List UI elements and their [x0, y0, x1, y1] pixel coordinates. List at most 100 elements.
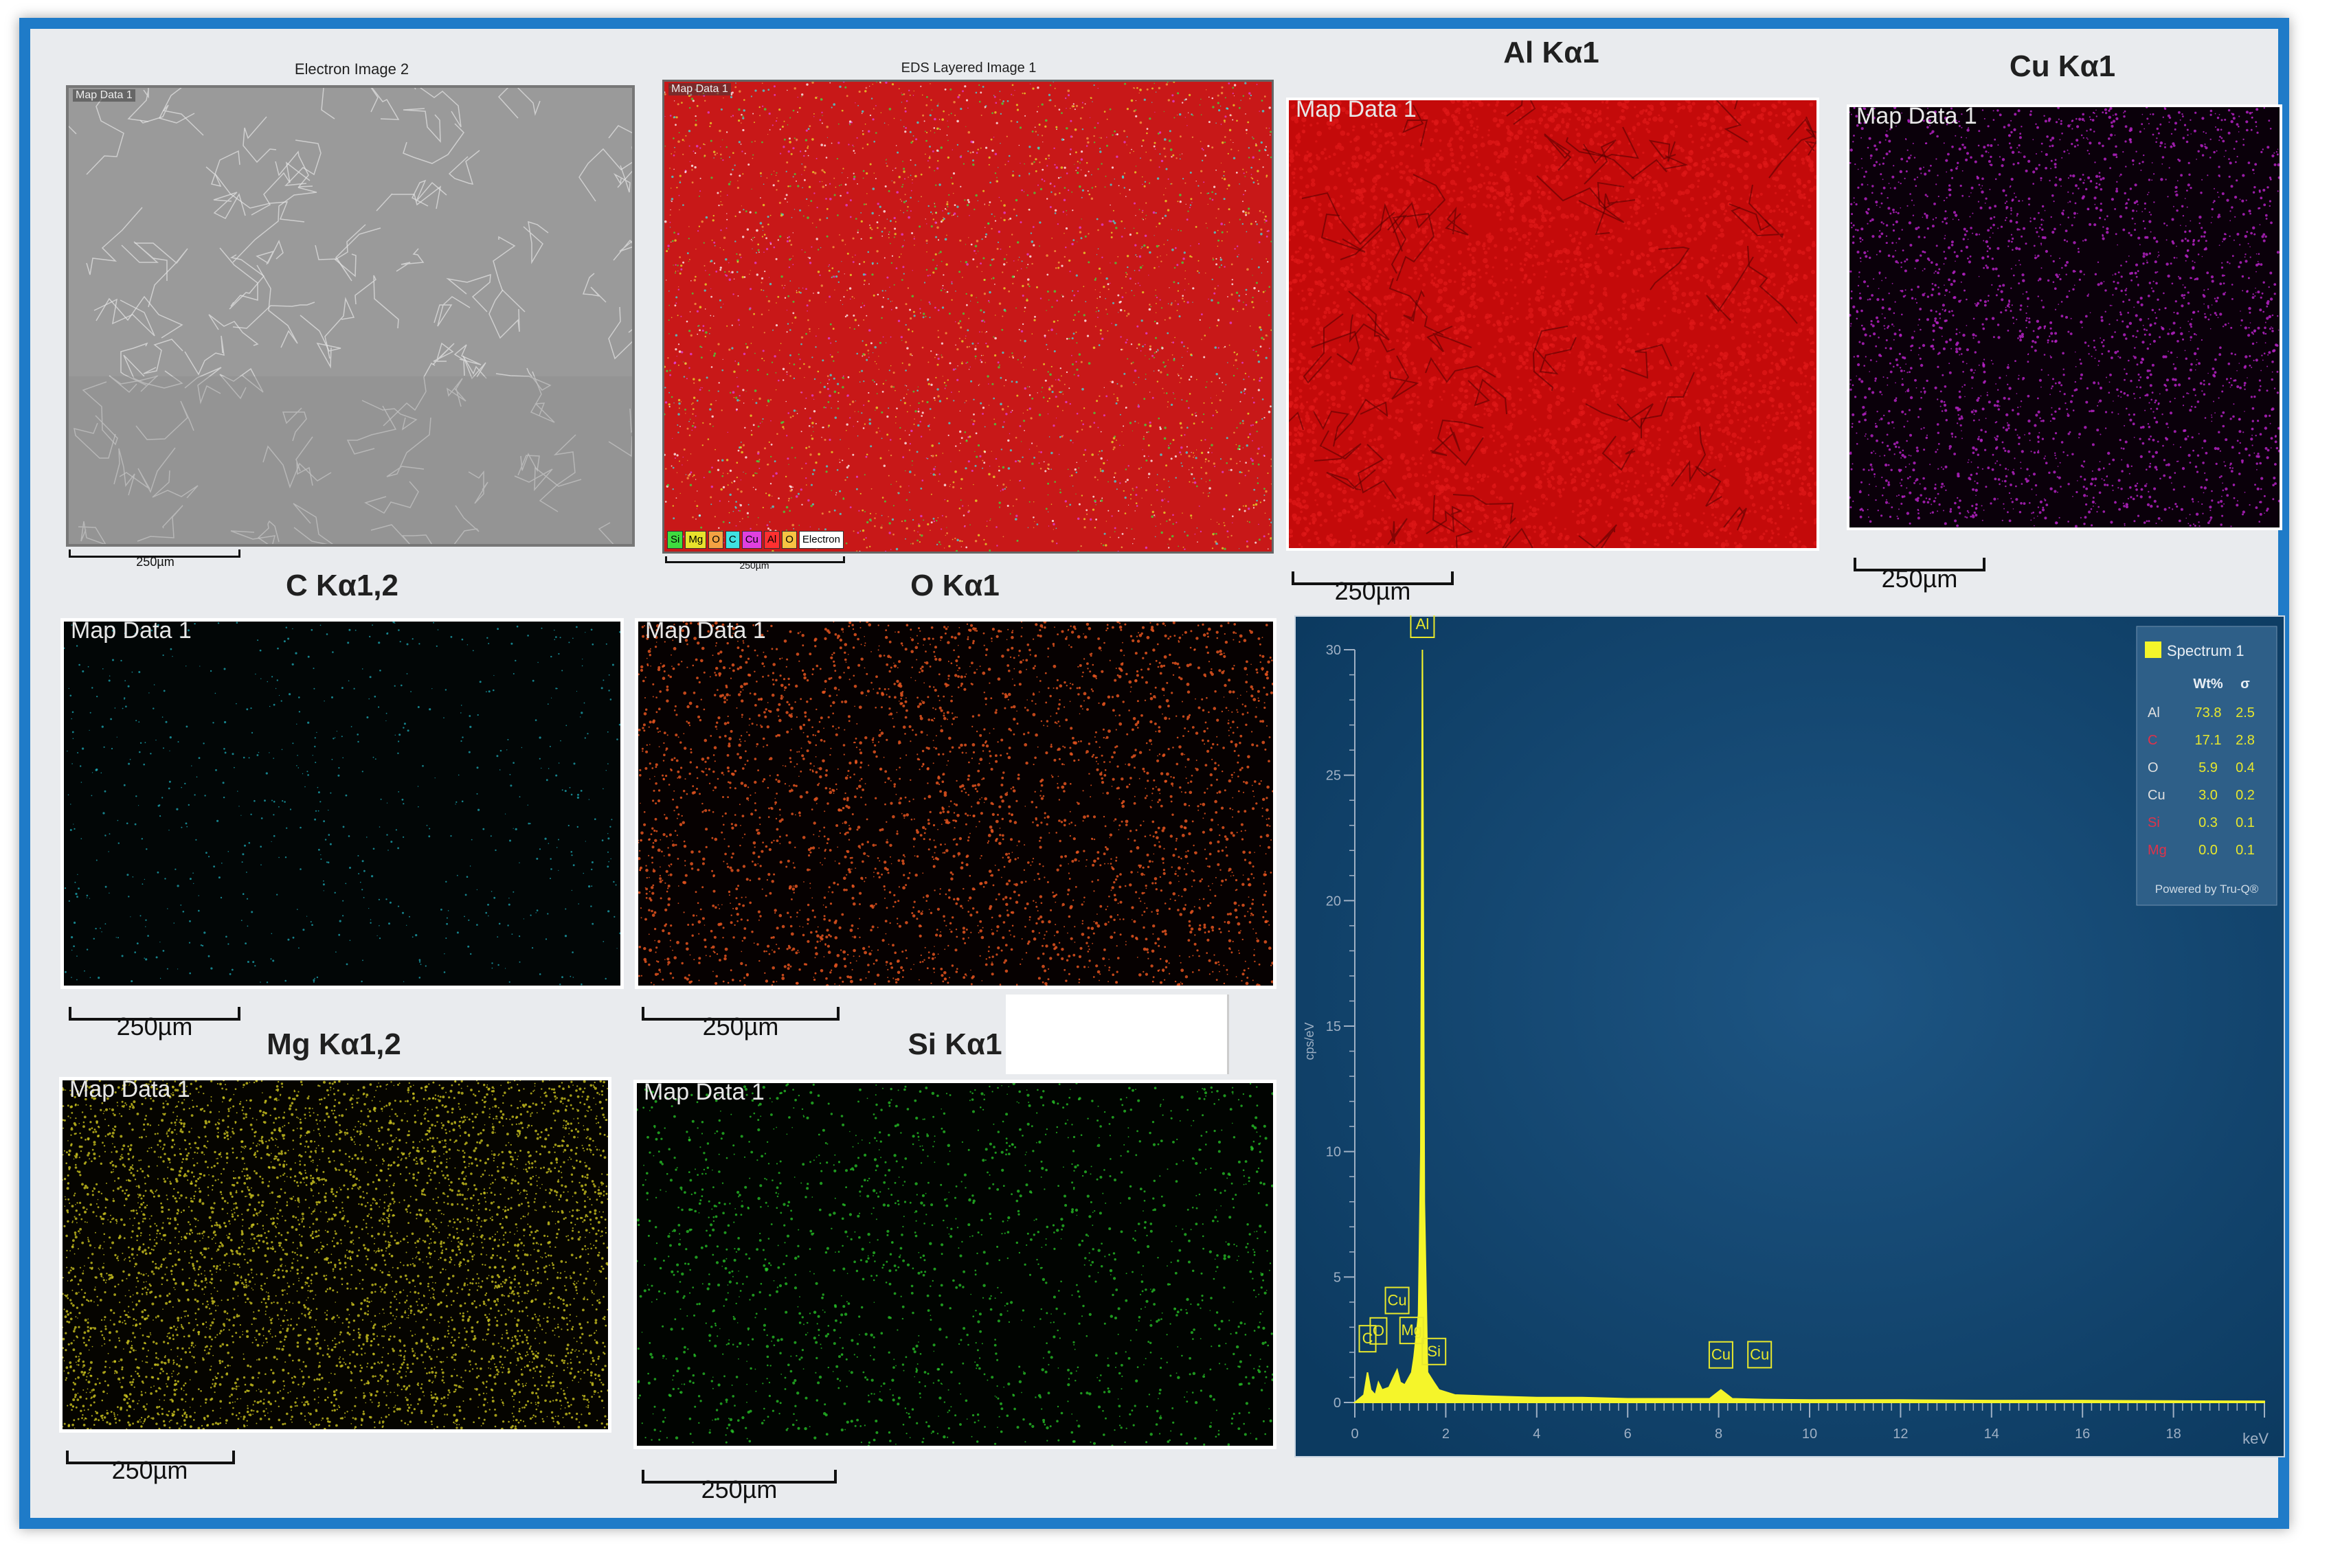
al-dot: [1330, 271, 1335, 275]
layered-dot: [1224, 121, 1226, 123]
layered-dot: [740, 490, 743, 493]
layered-dot: [862, 427, 865, 429]
layered-dot: [1179, 382, 1181, 383]
layered-dot: [745, 456, 747, 459]
layered-dot: [1096, 297, 1099, 299]
layered-dot: [848, 122, 851, 124]
al-dot: [1713, 162, 1718, 167]
layered-dot: [948, 545, 951, 547]
layered-dot: [731, 324, 733, 326]
layered-dot: [805, 332, 807, 335]
layered-dot: [910, 159, 912, 161]
al-dot: [1399, 303, 1402, 306]
layered-dot: [743, 209, 745, 211]
al-dot: [1489, 490, 1495, 495]
layered-dot: [815, 96, 818, 100]
layered-dot: [888, 370, 890, 372]
layered-dot: [1143, 435, 1145, 438]
al-dot: [1364, 460, 1368, 464]
layered-dot: [829, 438, 831, 442]
layered-dot: [1105, 544, 1107, 547]
al-dot: [1713, 503, 1720, 509]
layered-dot: [1028, 174, 1030, 176]
layered-dot: [761, 421, 763, 422]
layered-dot: [893, 117, 895, 120]
layered-dot: [1003, 385, 1005, 387]
layered-dot: [925, 457, 927, 459]
al-dot: [1362, 375, 1366, 379]
layered-dot: [1031, 262, 1033, 265]
layered-dot: [758, 251, 760, 253]
al-dot: [1551, 240, 1555, 244]
layered-dot: [888, 124, 889, 126]
layered-dot: [822, 359, 824, 362]
layered-dot: [701, 387, 704, 389]
layered-dot: [725, 131, 728, 133]
layered-dot: [793, 527, 795, 530]
layered-dot: [767, 89, 769, 91]
layered-dot: [755, 488, 757, 490]
layered-dot: [1094, 277, 1097, 280]
layered-dot: [1083, 286, 1085, 287]
layered-dot: [789, 375, 791, 377]
layered-dot: [861, 113, 863, 114]
layered-dot: [809, 417, 811, 420]
layered-dot: [973, 420, 976, 422]
al-dot: [1434, 128, 1439, 133]
layered-dot: [1171, 156, 1173, 158]
layered-dot: [1224, 525, 1226, 527]
layered-dot: [1179, 201, 1182, 203]
layered-dot: [1035, 130, 1037, 133]
al-dot: [1415, 231, 1418, 234]
grain-boundary: [446, 273, 491, 313]
layered-dot: [908, 449, 911, 451]
al-dot: [1434, 499, 1439, 504]
al-dot: [1738, 266, 1742, 271]
layered-dot: [728, 501, 730, 502]
layered-dot: [1164, 427, 1167, 429]
layered-dot: [947, 434, 949, 437]
al-dot: [1440, 269, 1445, 275]
layered-dot: [865, 537, 867, 539]
layered-dot: [708, 470, 711, 473]
layered-dot: [1020, 362, 1022, 364]
layered-dot: [809, 453, 812, 456]
layered-dot: [690, 280, 692, 282]
layered-dot: [751, 188, 752, 190]
layered-dot: [1265, 490, 1268, 493]
layered-dot: [949, 362, 952, 365]
layered-dot: [710, 366, 713, 368]
al-dot: [1309, 387, 1312, 390]
layered-dot: [1039, 161, 1041, 163]
al-dot: [1793, 264, 1799, 269]
al-dot: [1685, 231, 1688, 235]
layered-dot: [1226, 231, 1228, 233]
al-dot: [1553, 159, 1556, 162]
layered-dot: [910, 196, 912, 199]
layered-dot: [826, 383, 829, 385]
layered-dot: [925, 218, 926, 220]
layered-dot: [1076, 462, 1078, 464]
layered-dot: [1045, 508, 1048, 510]
al-dot: [1658, 114, 1661, 117]
al-dot: [1792, 225, 1797, 229]
layered-dot: [735, 396, 738, 399]
layered-dot: [718, 527, 720, 529]
al-dot: [1781, 198, 1784, 202]
layered-dot: [1112, 134, 1114, 136]
al-dot: [1318, 213, 1323, 217]
layered-dot: [941, 342, 943, 345]
layered-dot: [765, 492, 767, 495]
layered-dot: [1114, 134, 1116, 135]
layered-dot: [844, 479, 846, 481]
layered-dot: [1121, 533, 1124, 535]
layered-dot: [936, 363, 939, 366]
layered-dot: [965, 338, 966, 339]
layered-dot: [926, 223, 927, 225]
layered-dot: [1016, 394, 1019, 397]
layered-dot: [833, 377, 835, 380]
layered-dot: [1065, 97, 1067, 100]
layered-dot: [819, 119, 822, 121]
layered-dot: [1027, 386, 1028, 387]
layered-dot: [862, 340, 864, 342]
